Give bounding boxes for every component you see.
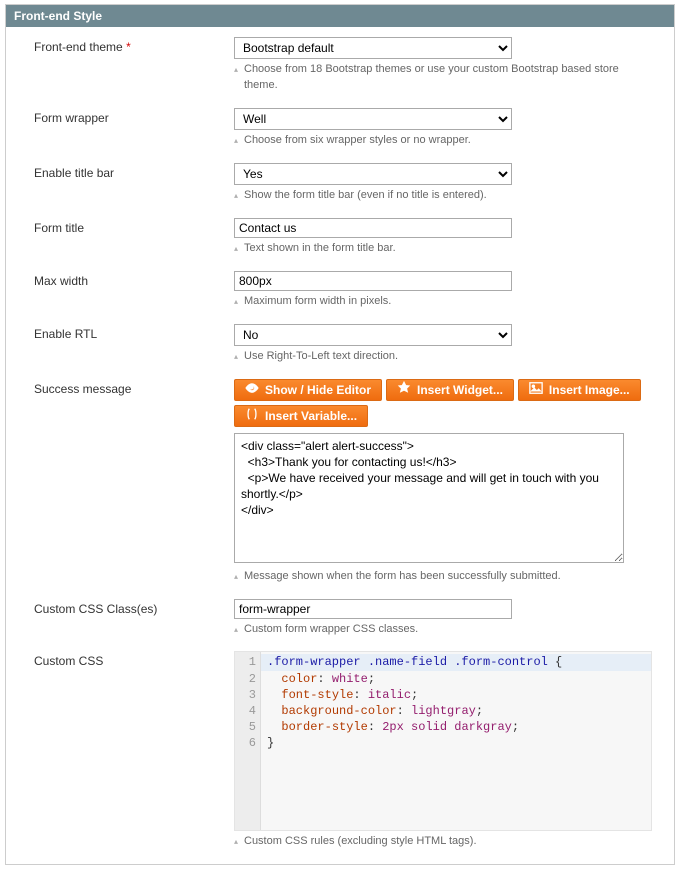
input-max-width[interactable] <box>234 271 512 291</box>
hint-enable-title-bar: Show the form title bar (even if no titl… <box>234 188 652 204</box>
label-frontend-theme: Front-end theme * <box>34 37 234 54</box>
insert-variable-button[interactable]: Insert Variable... <box>234 405 368 427</box>
image-icon <box>529 381 543 398</box>
row-enable-rtl: Enable RTL No Use Right-To-Left text dir… <box>34 324 652 365</box>
row-css-classes: Custom CSS Class(es) Custom form wrapper… <box>34 599 652 638</box>
eye-icon <box>245 381 259 398</box>
toggle-editor-button[interactable]: Show / Hide Editor <box>234 379 382 401</box>
hint-form-wrapper: Choose from six wrapper styles or no wra… <box>234 133 652 149</box>
textarea-success-message[interactable] <box>234 433 624 563</box>
widget-icon <box>397 381 411 398</box>
select-form-wrapper[interactable]: Well <box>234 108 512 130</box>
row-max-width: Max width Maximum form width in pixels. <box>34 271 652 310</box>
input-css-classes[interactable] <box>234 599 512 619</box>
input-form-title[interactable] <box>234 218 512 238</box>
frontend-style-panel: Front-end Style Front-end theme * Bootst… <box>5 4 675 865</box>
hint-enable-rtl: Use Right-To-Left text direction. <box>234 349 652 365</box>
row-custom-css: Custom CSS 1 2 3 4 5 6 .form-wrapper .na… <box>34 651 652 850</box>
form-body: Front-end theme * Bootstrap default Choo… <box>6 27 674 864</box>
select-frontend-theme[interactable]: Bootstrap default <box>234 37 512 59</box>
required-marker: * <box>126 40 131 54</box>
label-css-classes: Custom CSS Class(es) <box>34 599 234 616</box>
variable-icon <box>245 407 259 424</box>
select-enable-title-bar[interactable]: Yes <box>234 163 512 185</box>
row-enable-title-bar: Enable title bar Yes Show the form title… <box>34 163 652 204</box>
insert-widget-button[interactable]: Insert Widget... <box>386 379 514 401</box>
label-form-wrapper: Form wrapper <box>34 108 234 125</box>
hint-form-title: Text shown in the form title bar. <box>234 241 652 257</box>
label-enable-rtl: Enable RTL <box>34 324 234 341</box>
code-editor-custom-css[interactable]: 1 2 3 4 5 6 .form-wrapper .name-field .f… <box>234 651 652 831</box>
horizontal-scrollbar[interactable] <box>20 871 660 887</box>
label-custom-css: Custom CSS <box>34 651 234 668</box>
label-form-title: Form title <box>34 218 234 235</box>
hint-max-width: Maximum form width in pixels. <box>234 294 652 310</box>
label-enable-title-bar: Enable title bar <box>34 163 234 180</box>
editor-toolbar: Show / Hide Editor Insert Widget... Inse… <box>234 379 652 427</box>
code-gutter: 1 2 3 4 5 6 <box>235 652 261 830</box>
row-frontend-theme: Front-end theme * Bootstrap default Choo… <box>34 37 652 94</box>
select-enable-rtl[interactable]: No <box>234 324 512 346</box>
hint-success-message: Message shown when the form has been suc… <box>234 569 652 585</box>
hint-css-classes: Custom form wrapper CSS classes. <box>234 622 652 638</box>
code-content[interactable]: .form-wrapper .name-field .form-control … <box>261 652 651 830</box>
row-form-wrapper: Form wrapper Well Choose from six wrappe… <box>34 108 652 149</box>
hint-frontend-theme: Choose from 18 Bootstrap themes or use y… <box>234 62 652 94</box>
panel-title: Front-end Style <box>6 5 674 27</box>
row-form-title: Form title Text shown in the form title … <box>34 218 652 257</box>
label-success-message: Success message <box>34 379 234 396</box>
label-max-width: Max width <box>34 271 234 288</box>
hint-custom-css: Custom CSS rules (excluding style HTML t… <box>234 834 652 850</box>
row-success-message: Success message Show / Hide Editor Inser… <box>34 379 652 585</box>
insert-image-button[interactable]: Insert Image... <box>518 379 641 401</box>
